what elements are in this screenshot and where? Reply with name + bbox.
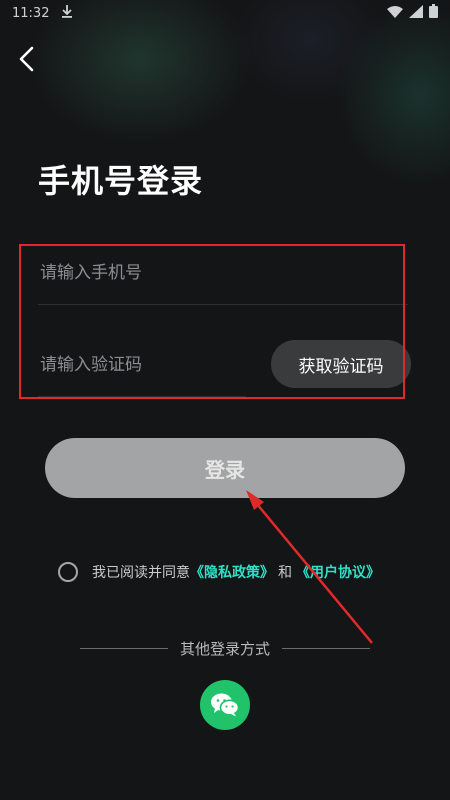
wechat-icon	[211, 693, 240, 717]
code-input[interactable]	[38, 350, 252, 380]
agreement-and: 和	[278, 565, 292, 581]
wechat-login-button[interactable]	[200, 680, 250, 730]
code-underline	[38, 396, 246, 397]
other-login-divider: 其他登录方式	[80, 638, 371, 658]
privacy-policy-link[interactable]: 《隐私政策》	[190, 562, 274, 582]
divider-line-left	[80, 647, 168, 649]
battery-icon	[429, 4, 438, 22]
agreement-text: 我已阅读并同意	[92, 565, 190, 581]
phone-underline	[38, 304, 408, 305]
user-agreement-link[interactable]: 《用户协议》	[296, 562, 380, 582]
status-time: 11:32	[12, 5, 50, 21]
chevron-left-icon	[19, 46, 34, 72]
agreement-checkbox[interactable]	[58, 562, 78, 582]
page-title: 手机号登录	[38, 162, 204, 200]
back-button[interactable]	[14, 45, 42, 73]
signal-icon	[409, 4, 423, 22]
status-bar: 11:32	[0, 0, 450, 26]
get-code-button[interactable]: 获取验证码	[271, 340, 411, 388]
login-button[interactable]: 登录	[45, 438, 405, 498]
phone-input[interactable]	[38, 258, 372, 288]
wifi-icon	[387, 5, 403, 22]
download-icon	[61, 4, 73, 22]
divider-line-right	[282, 647, 371, 649]
other-login-label: 其他登录方式	[180, 639, 271, 658]
agreement-row: 我已阅读并同意 《隐私政策》 和 《用户协议》	[58, 560, 380, 584]
